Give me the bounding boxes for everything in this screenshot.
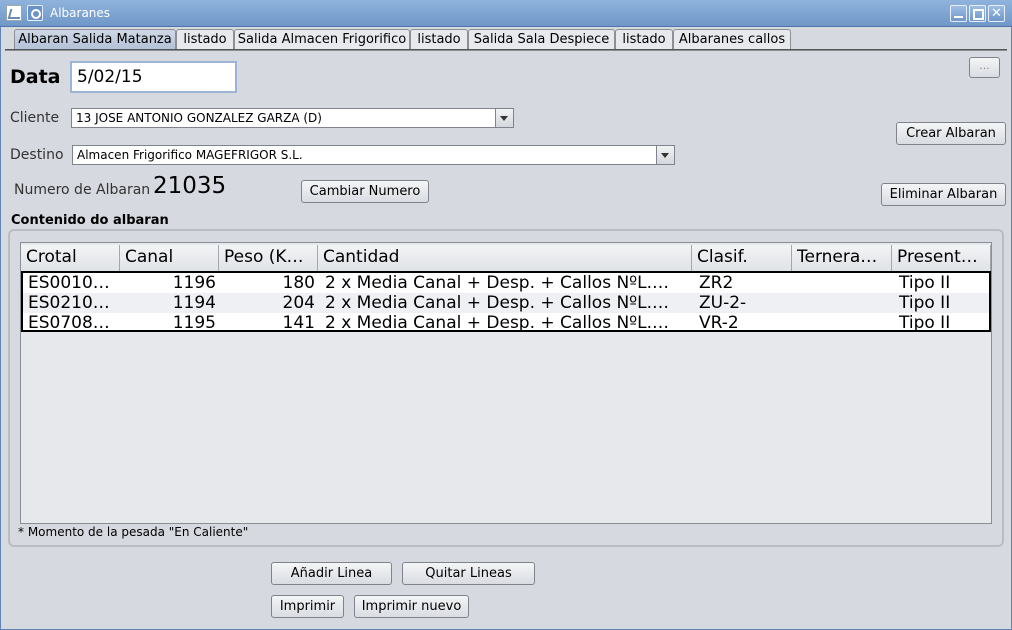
anadir-linea-button[interactable]: Añadir Linea xyxy=(271,562,392,585)
cell-peso: 180 xyxy=(282,273,315,293)
tab-separator xyxy=(5,49,1007,51)
chevron-down-icon[interactable] xyxy=(495,109,513,127)
minimize-icon[interactable] xyxy=(950,5,967,22)
cell-ternera xyxy=(794,293,894,313)
crear-albaran-button[interactable]: Crear Albaran xyxy=(896,122,1006,145)
column-header-presentacion[interactable]: Present… xyxy=(892,245,991,271)
eliminar-albaran-button[interactable]: Eliminar Albaran xyxy=(881,183,1006,206)
cliente-value: 13 JOSE ANTONIO GONZALEZ GARZA (D) xyxy=(76,111,322,125)
cell-clasif: ZU-2- xyxy=(699,293,747,313)
column-header-canal[interactable]: Canal xyxy=(120,245,219,271)
column-header-cantidad[interactable]: Cantidad xyxy=(318,245,692,271)
tab-listado-almacen[interactable]: listado xyxy=(410,29,468,49)
table-body: ES0010… 1196 180 2 x Media Canal + Desp.… xyxy=(21,271,991,333)
destino-select[interactable]: Almacen Frigorifico MAGEFRIGOR S.L. xyxy=(72,145,675,165)
cliente-label: Cliente xyxy=(10,110,60,126)
small-button[interactable]: ... xyxy=(969,57,1000,78)
cell-cantidad: 2 x Media Canal + Desp. + Callos NºL.… xyxy=(325,313,670,333)
quitar-lineas-button[interactable]: Quitar Lineas xyxy=(402,562,535,585)
cambiar-numero-button[interactable]: Cambiar Numero xyxy=(301,180,429,203)
cell-ternera xyxy=(794,313,894,333)
numero-albaran-label: Numero de Albaran xyxy=(14,182,151,198)
destino-label: Destino xyxy=(10,147,64,163)
cell-clasif: VR-2 xyxy=(699,313,739,333)
tab-salida-sala-despiece[interactable]: Salida Sala Despiece xyxy=(468,29,615,49)
cell-crotal: ES0708… xyxy=(28,313,110,333)
cell-peso: 141 xyxy=(282,313,315,333)
table-row[interactable]: ES0210… 1194 204 2 x Media Canal + Desp.… xyxy=(23,293,989,313)
tab-albaranes-callos[interactable]: Albaranes callos xyxy=(673,29,791,49)
cliente-select[interactable]: 13 JOSE ANTONIO GONZALEZ GARZA (D) xyxy=(71,108,514,128)
table-row[interactable]: ES0708… 1195 141 2 x Media Canal + Desp.… xyxy=(23,313,989,333)
cell-canal: 1196 xyxy=(172,273,216,293)
numero-albaran-value: 21035 xyxy=(153,173,227,199)
cell-cantidad: 2 x Media Canal + Desp. + Callos NºL.… xyxy=(325,273,670,293)
destino-value: Almacen Frigorifico MAGEFRIGOR S.L. xyxy=(77,148,303,162)
cell-presentacion: Tipo II xyxy=(899,293,951,313)
column-header-ternera[interactable]: Ternera… xyxy=(792,245,892,271)
tab-albaran-salida-matanza[interactable]: Albaran Salida Matanza xyxy=(14,29,176,50)
maximize-icon[interactable] xyxy=(969,5,986,22)
title-bar: Albaranes ✕ xyxy=(0,0,1012,27)
footnote: * Momento de la pesada "En Caliente" xyxy=(18,525,249,539)
window-title: Albaranes xyxy=(50,6,111,20)
cell-peso: 204 xyxy=(282,293,315,313)
cell-presentacion: Tipo II xyxy=(899,273,951,293)
table-row[interactable]: ES0010… 1196 180 2 x Media Canal + Desp.… xyxy=(23,273,989,293)
data-label: Data xyxy=(10,66,61,88)
cell-crotal: ES0010… xyxy=(28,273,110,293)
window-menu-icon[interactable] xyxy=(27,5,43,21)
cell-canal: 1195 xyxy=(172,313,216,333)
tab-listado-despiece[interactable]: listado xyxy=(615,29,673,49)
column-header-peso[interactable]: Peso (K… xyxy=(219,245,318,271)
cell-clasif: ZR2 xyxy=(699,273,734,293)
data-field[interactable] xyxy=(70,61,237,93)
column-header-clasif[interactable]: Clasif. xyxy=(692,245,792,271)
cell-ternera xyxy=(794,273,894,293)
cell-canal: 1194 xyxy=(172,293,216,313)
close-icon[interactable]: ✕ xyxy=(988,5,1005,22)
group-title: Contenido do albaran xyxy=(11,213,173,228)
imprimir-nuevo-button[interactable]: Imprimir nuevo xyxy=(354,595,469,618)
cell-cantidad: 2 x Media Canal + Desp. + Callos NºL.… xyxy=(325,293,670,313)
cell-crotal: ES0210… xyxy=(28,293,110,313)
cell-presentacion: Tipo II xyxy=(899,313,951,333)
chevron-down-icon[interactable] xyxy=(656,146,674,164)
tab-salida-almacen-frigorifico[interactable]: Salida Almacen Frigorifico xyxy=(234,29,410,49)
tab-listado-matanza[interactable]: listado xyxy=(176,29,234,49)
column-header-crotal[interactable]: Crotal xyxy=(21,245,120,271)
imprimir-button[interactable]: Imprimir xyxy=(271,595,344,618)
app-icon xyxy=(6,5,22,21)
